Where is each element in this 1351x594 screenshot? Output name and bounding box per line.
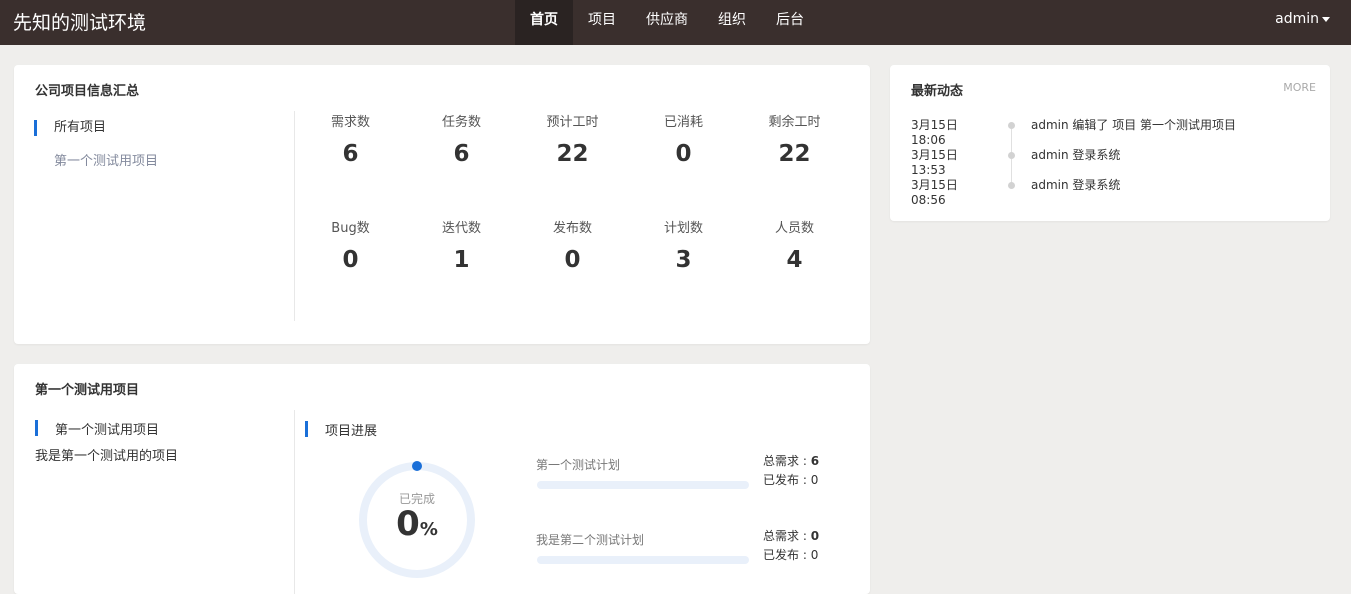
plan-total-row: 总需求 : 0 bbox=[763, 527, 819, 546]
plan-total-label: 总需求 : bbox=[763, 529, 811, 543]
stat-label: 人员数 bbox=[774, 221, 814, 236]
project-description: 我是第一个测试用的项目 bbox=[35, 449, 179, 464]
project-card-title[interactable]: 第一个测试用项目 bbox=[35, 379, 139, 398]
activity-text[interactable]: admin 登录系统 bbox=[1031, 146, 1120, 163]
plan-released-value: 0 bbox=[810, 548, 819, 562]
plan-released-row: 已发布 : 0 bbox=[763, 471, 819, 490]
project-nav: 所有项目 第一个测试用项目 bbox=[34, 119, 274, 187]
plan-total-label: 总需求 : bbox=[763, 454, 811, 468]
plan-stats: 总需求 : 6 已发布 : 0 bbox=[763, 452, 819, 490]
activity-text[interactable]: admin 登录系统 bbox=[1031, 176, 1120, 193]
stat-plans: 计划数 3 bbox=[628, 217, 739, 323]
project-nav-item-all[interactable]: 所有项目 bbox=[34, 119, 274, 153]
plan-total-value: 0 bbox=[810, 529, 820, 543]
project-card: 第一个测试用项目 第一个测试用项目 我是第一个测试用的项目 项目进展 已完成 0… bbox=[14, 364, 870, 594]
stat-label: 预计工时 bbox=[546, 115, 599, 130]
stat-label: 剩余工时 bbox=[768, 115, 821, 130]
project-name: 第一个测试用项目 bbox=[35, 419, 159, 438]
timeline-dot-icon bbox=[1008, 152, 1015, 159]
activity-time: 3月15日 08:56 bbox=[911, 178, 958, 207]
stat-value: 1 bbox=[453, 247, 470, 273]
stat-label: 发布数 bbox=[552, 221, 592, 236]
nav-item-project[interactable]: 项目 bbox=[573, 0, 631, 45]
timeline-marker bbox=[991, 116, 1031, 153]
stat-label: 已消耗 bbox=[663, 115, 703, 130]
stat-value: 0 bbox=[342, 247, 359, 273]
divider bbox=[294, 410, 295, 594]
timeline-dot-icon bbox=[1008, 182, 1015, 189]
stat-members: 人员数 4 bbox=[739, 217, 850, 323]
stat-value: 6 bbox=[342, 141, 359, 167]
activity-text[interactable]: admin 编辑了 项目 第一个测试用项目 bbox=[1031, 116, 1236, 133]
stat-remaining: 剩余工时 22 bbox=[739, 111, 850, 217]
stat-value: 0 bbox=[675, 141, 692, 167]
progress-title: 项目进展 bbox=[305, 420, 377, 439]
summary-title: 公司项目信息汇总 bbox=[35, 84, 140, 99]
nav-item-organization[interactable]: 组织 bbox=[703, 0, 761, 45]
activity-timeline: 3月15日 18:06 admin 编辑了 项目 第一个测试用项目 3月15日 … bbox=[911, 116, 1236, 207]
company-summary-card: 公司项目信息汇总 所有项目 第一个测试用项目 需求数 6 任务数 6 预计工时 … bbox=[14, 65, 870, 344]
stat-label: 迭代数 bbox=[441, 221, 481, 236]
plan-released-label: 已发布 : bbox=[763, 473, 811, 487]
main-nav: 首页 项目 供应商 组织 后台 bbox=[515, 0, 819, 45]
stat-tasks: 任务数 6 bbox=[406, 111, 517, 217]
top-navbar: 先知的测试环境 首页 项目 供应商 组织 后台 admin bbox=[0, 0, 1351, 45]
completed-unit: % bbox=[419, 519, 438, 540]
timeline-marker bbox=[991, 146, 1031, 183]
plan-total-row: 总需求 : 6 bbox=[763, 452, 819, 471]
ring-knob-icon bbox=[412, 461, 422, 471]
stat-value: 0 bbox=[564, 247, 581, 273]
activity-time: 3月15日 13:53 bbox=[911, 148, 958, 177]
nav-item-home[interactable]: 首页 bbox=[515, 0, 573, 45]
plan-stats: 总需求 : 0 已发布 : 0 bbox=[763, 527, 819, 565]
user-name: admin bbox=[1275, 11, 1319, 27]
activity-item: 3月15日 18:06 admin 编辑了 项目 第一个测试用项目 bbox=[911, 116, 1236, 153]
stat-label: 任务数 bbox=[441, 115, 481, 130]
project-nav-item-first[interactable]: 第一个测试用项目 bbox=[34, 153, 274, 187]
timeline-dot-icon bbox=[1008, 122, 1015, 129]
stat-value: 22 bbox=[556, 141, 589, 167]
brand-title[interactable]: 先知的测试环境 bbox=[13, 8, 146, 35]
latest-activity-card: 最新动态 MORE 3月15日 18:06 admin 编辑了 项目 第一个测试… bbox=[890, 65, 1330, 221]
plan-name[interactable]: 我是第二个测试计划 bbox=[536, 531, 644, 548]
plan-released-value: 0 bbox=[810, 473, 819, 487]
progress-ring: 已完成 0% bbox=[357, 460, 477, 580]
timeline-marker bbox=[991, 176, 1031, 206]
stats-grid: 需求数 6 任务数 6 预计工时 22 已消耗 0 剩余工时 22 Bug数 0… bbox=[295, 111, 851, 323]
activity-item: 3月15日 13:53 admin 登录系统 bbox=[911, 146, 1236, 183]
plan-progress-bar bbox=[537, 481, 749, 489]
stat-stories: 需求数 6 bbox=[295, 111, 406, 217]
caret-down-icon bbox=[1322, 16, 1330, 22]
stat-iterations: 迭代数 1 bbox=[406, 217, 517, 323]
stat-label: 计划数 bbox=[663, 221, 703, 236]
stat-label: 需求数 bbox=[330, 115, 370, 130]
nav-item-supplier[interactable]: 供应商 bbox=[631, 0, 703, 45]
stat-value: 3 bbox=[675, 247, 692, 273]
user-menu[interactable]: admin bbox=[1275, 11, 1330, 27]
stat-label: Bug数 bbox=[331, 221, 370, 236]
activity-time: 3月15日 18:06 bbox=[911, 118, 958, 147]
plan-name[interactable]: 第一个测试计划 bbox=[536, 456, 620, 473]
plan-progress-bar bbox=[537, 556, 749, 564]
stat-value: 6 bbox=[453, 141, 470, 167]
plan-released-row: 已发布 : 0 bbox=[763, 546, 819, 565]
plan-item: 第一个测试计划 总需求 : 6 已发布 : 0 bbox=[536, 454, 836, 506]
stat-bugs: Bug数 0 bbox=[295, 217, 406, 323]
stat-value: 4 bbox=[786, 247, 803, 273]
plan-released-label: 已发布 : bbox=[763, 548, 811, 562]
stat-releases: 发布数 0 bbox=[517, 217, 628, 323]
activity-title: 最新动态 bbox=[911, 84, 964, 99]
plan-total-value: 6 bbox=[810, 454, 820, 468]
stat-consumed: 已消耗 0 bbox=[628, 111, 739, 217]
activity-item: 3月15日 08:56 admin 登录系统 bbox=[911, 176, 1236, 207]
nav-item-admin[interactable]: 后台 bbox=[761, 0, 819, 45]
stat-estimate: 预计工时 22 bbox=[517, 111, 628, 217]
stat-value: 22 bbox=[778, 141, 811, 167]
completed-value: 0% bbox=[357, 504, 477, 544]
completed-number: 0 bbox=[396, 504, 420, 544]
more-link[interactable]: MORE bbox=[1283, 81, 1316, 94]
plan-item: 我是第二个测试计划 总需求 : 0 已发布 : 0 bbox=[536, 529, 836, 581]
